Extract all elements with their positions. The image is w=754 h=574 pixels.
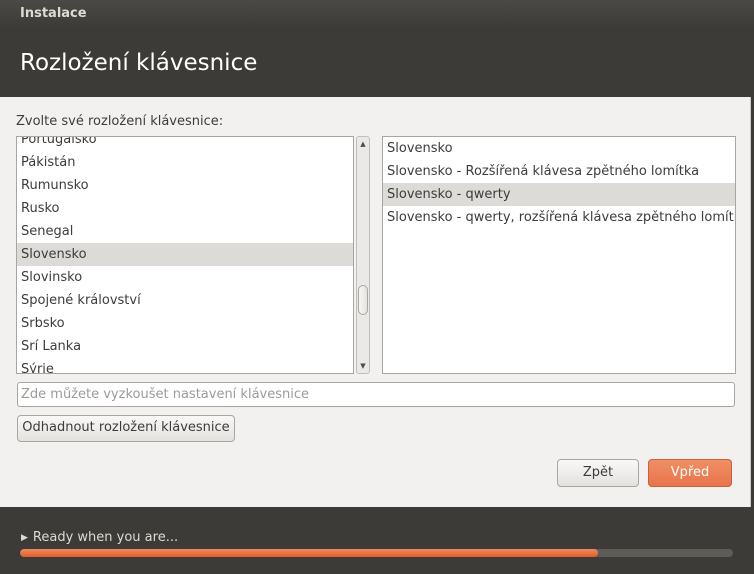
layout-item-selected[interactable]: Slovensko [17,243,353,266]
layout-item[interactable]: Srbsko [17,312,353,335]
layout-item[interactable]: Portugalsko [17,137,353,151]
variant-item[interactable]: Slovensko [383,137,735,160]
layout-item[interactable]: Srí Lanka [17,335,353,358]
keyboard-test-input[interactable] [17,382,735,407]
page-title: Rozložení klávesnice [20,50,258,76]
install-status-text: Ready when you are... [32,530,179,545]
install-progress-bar [20,549,733,557]
keyboard-variant-list[interactable]: Slovensko Slovensko - Rozšířená klávesa … [382,136,736,374]
scroll-down-arrow-icon[interactable]: ▼ [357,361,369,371]
page-header: Rozložení klávesnice [0,28,754,97]
layout-item[interactable]: Slovinsko [17,266,353,289]
keyboard-layout-list[interactable]: Portugalsko Pákistán Rumunsko Rusko Sene… [16,136,354,374]
expander-triangle-icon[interactable]: ▶ [21,533,28,543]
detect-layout-button[interactable]: Odhadnout rozložení klávesnice [17,415,235,442]
forward-button[interactable]: Vpřed [648,459,732,487]
layout-item[interactable]: Spojené království [17,289,353,312]
layout-prompt-label: Zvolte své rozložení klávesnice: [16,114,224,129]
scroll-up-arrow-icon[interactable]: ▲ [357,139,369,149]
back-button[interactable]: Zpět [557,459,639,487]
install-status[interactable]: ▶ Ready when you are... [21,530,178,545]
layout-item[interactable]: Rumunsko [17,174,353,197]
layout-list-scrollbar[interactable]: ▲ ▼ [356,136,370,374]
layout-item[interactable]: Rusko [17,197,353,220]
layout-item[interactable]: Sýrie [17,358,353,373]
layout-item[interactable]: Senegal [17,220,353,243]
install-progress-fill [20,549,598,557]
layout-item[interactable]: Pákistán [17,151,353,174]
scrollbar-thumb[interactable] [358,285,368,315]
window-title: Instalace [0,0,754,28]
variant-item[interactable]: Slovensko - qwerty, rozšířená klávesa zp… [383,206,735,229]
variant-item-selected[interactable]: Slovensko - qwerty [383,183,735,206]
main-panel: Zvolte své rozložení klávesnice: Portuga… [0,97,751,507]
variant-item[interactable]: Slovensko - Rozšířená klávesa zpětného l… [383,160,735,183]
